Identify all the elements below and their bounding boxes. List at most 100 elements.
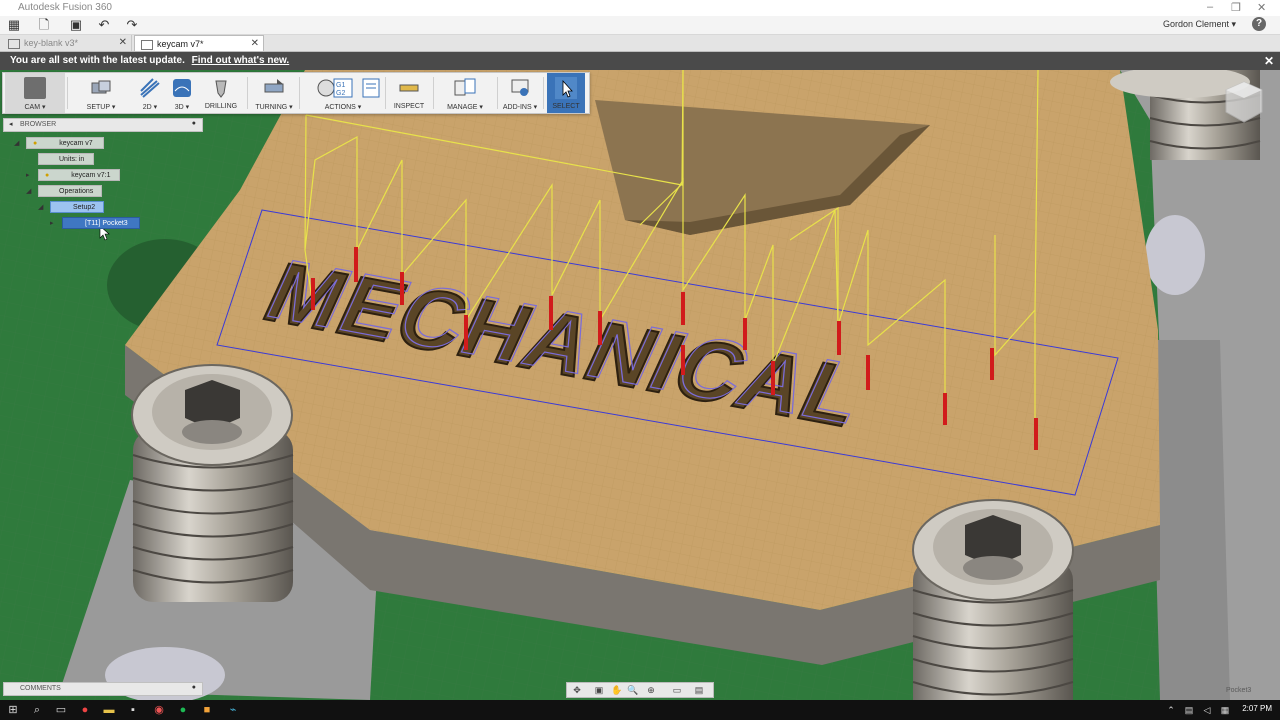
recorder-icon[interactable]: ◉ bbox=[152, 703, 166, 717]
undo-icon[interactable]: ↶ bbox=[96, 17, 112, 33]
model-viewport[interactable]: MECHANICAL MECHANICAL Pocket3 bbox=[0, 70, 1280, 700]
comments-title: COMMENTS bbox=[20, 685, 61, 692]
maximize-icon[interactable]: ❐ bbox=[1231, 1, 1241, 14]
orbit-icon[interactable]: ✥ bbox=[571, 684, 583, 696]
tree-operations[interactable]: Operations bbox=[38, 185, 102, 197]
turning-icon bbox=[264, 79, 284, 93]
addins-icon bbox=[511, 79, 529, 96]
whats-new-link[interactable]: Find out what's new. bbox=[192, 55, 290, 66]
svg-text:G2: G2 bbox=[336, 90, 345, 97]
setup-icon bbox=[91, 80, 111, 94]
inspect-menu[interactable]: INSPECT bbox=[389, 73, 429, 113]
panel-options-icon[interactable]: ● bbox=[192, 120, 196, 127]
drilling-button[interactable]: DRILLING bbox=[201, 73, 241, 113]
start-icon[interactable]: ⊞ bbox=[6, 703, 20, 717]
inspect-icon bbox=[399, 84, 419, 92]
expand-arrow-icon[interactable]: ◢ bbox=[26, 187, 31, 195]
manage-menu[interactable]: MANAGE ▾ bbox=[437, 73, 493, 113]
update-notification-bar: You are all set with the latest update. … bbox=[0, 52, 1280, 70]
visibility-bulb-icon[interactable]: ● bbox=[33, 140, 37, 147]
save-icon[interactable]: ▣ bbox=[68, 17, 84, 33]
panel-options-icon[interactable]: ● bbox=[192, 684, 196, 691]
g1g2-icon: G1G2 bbox=[333, 78, 353, 98]
fit-icon[interactable]: ⊕ bbox=[645, 684, 657, 696]
expand-arrow-icon[interactable]: ◢ bbox=[14, 139, 19, 147]
actions-menu[interactable]: G1 G2 ACTIONS ▾ bbox=[303, 73, 383, 113]
close-notification-icon[interactable]: ✕ bbox=[1264, 54, 1274, 68]
expand-arrow-icon[interactable]: ▸ bbox=[26, 171, 30, 179]
tray-chevron-icon[interactable]: ⌃ bbox=[1164, 703, 1178, 717]
manage-icon bbox=[454, 78, 476, 96]
pan-icon[interactable]: ✋ bbox=[611, 684, 623, 696]
tab-label: key-blank v3* bbox=[24, 38, 79, 48]
operation-label: Pocket3 bbox=[1226, 687, 1251, 694]
3d-menu[interactable]: 3D ▾ bbox=[167, 73, 197, 113]
tree-pocket3[interactable]: [T11] Pocket3 bbox=[62, 217, 140, 229]
clock[interactable]: 2:07 PM bbox=[1242, 704, 1272, 713]
title-bar: Autodesk Fusion 360 – ❐ ✕ bbox=[0, 0, 1280, 16]
fusion-icon[interactable]: ■ bbox=[200, 703, 214, 717]
setup-menu[interactable]: SETUP ▾ bbox=[71, 73, 131, 113]
addins-menu[interactable]: ADD-INS ▾ bbox=[501, 73, 539, 113]
look-at-icon[interactable]: ▣ bbox=[593, 684, 605, 696]
fixture-hole bbox=[1145, 215, 1205, 295]
2d-menu[interactable]: 2D ▾ bbox=[135, 73, 165, 113]
quick-access-toolbar: ▦ 🗋 ▣ ↶ ↷ Gordon Clement ▾ ? bbox=[0, 16, 1280, 35]
close-tab-icon[interactable]: ✕ bbox=[251, 36, 259, 52]
visibility-bulb-icon[interactable]: ● bbox=[45, 172, 49, 179]
zoom-icon[interactable]: 🔍 bbox=[627, 684, 639, 696]
keyboard-icon[interactable]: ▦ bbox=[1218, 703, 1232, 717]
set-screw-right bbox=[912, 499, 1074, 700]
expand-arrow-icon[interactable]: ◢ bbox=[38, 203, 43, 211]
browser-panel-header[interactable]: ◂ BROWSER ● bbox=[3, 118, 203, 132]
help-icon[interactable]: ? bbox=[1252, 17, 1266, 31]
tree-root-keycam[interactable]: ● keycam v7 bbox=[26, 137, 104, 149]
chrome-icon[interactable]: ● bbox=[78, 703, 92, 717]
update-message: You are all set with the latest update. bbox=[10, 55, 185, 66]
search-icon[interactable]: ⌕ bbox=[30, 703, 44, 717]
tab-key-blank[interactable]: key-blank v3* ✕ bbox=[2, 35, 132, 51]
svg-text:G1: G1 bbox=[336, 82, 345, 89]
setup-sheet-icon bbox=[362, 78, 380, 98]
collapse-icon[interactable]: ◂ bbox=[9, 120, 13, 128]
turning-menu[interactable]: TURNING ▾ bbox=[251, 73, 297, 113]
view-cube[interactable] bbox=[1222, 80, 1266, 124]
tree-setup2[interactable]: Setup2 bbox=[50, 201, 104, 213]
minimize-icon[interactable]: – bbox=[1207, 1, 1213, 13]
volume-icon[interactable]: ◁ bbox=[1200, 703, 1214, 717]
cam-workspace-menu[interactable]: CAM ▾ bbox=[5, 73, 65, 113]
redo-icon[interactable]: ↷ bbox=[124, 17, 140, 33]
grid-settings-icon[interactable]: ▤ bbox=[693, 684, 705, 696]
expand-arrow-icon[interactable]: ▸ bbox=[50, 219, 54, 227]
document-icon bbox=[8, 39, 20, 49]
comments-panel[interactable]: COMMENTS ● bbox=[3, 682, 203, 696]
browser-title: BROWSER bbox=[20, 121, 57, 128]
cam-workspace-icon bbox=[24, 77, 46, 99]
file-explorer-icon[interactable]: ▬ bbox=[102, 703, 116, 717]
document-tabs: key-blank v3* ✕ keycam v7* ✕ bbox=[0, 35, 1280, 52]
tree-units[interactable]: Units: in bbox=[38, 153, 94, 165]
drill-icon bbox=[215, 80, 227, 98]
app-icon[interactable]: ▪ bbox=[126, 703, 140, 717]
cam-ribbon: CAM ▾ SETUP ▾ 2D ▾ 3D ▾ DRILLING TURNING… bbox=[2, 72, 590, 114]
file-menu-icon[interactable]: 🗋 bbox=[36, 17, 52, 33]
app-grid-icon[interactable]: ▦ bbox=[6, 17, 22, 33]
display-settings-icon[interactable]: ▭ bbox=[671, 684, 683, 696]
tab-label: keycam v7* bbox=[157, 39, 204, 49]
select-menu[interactable]: SELECT bbox=[547, 73, 585, 113]
set-screw-left bbox=[131, 364, 294, 602]
spotify-icon[interactable]: ● bbox=[176, 703, 190, 717]
3d-icon bbox=[173, 79, 191, 97]
network-icon[interactable]: ▤ bbox=[1182, 703, 1196, 717]
close-window-icon[interactable]: ✕ bbox=[1257, 1, 1266, 14]
close-tab-icon[interactable]: ✕ bbox=[119, 35, 127, 51]
tree-component[interactable]: ● keycam v7:1 bbox=[38, 169, 120, 181]
document-icon bbox=[141, 40, 153, 50]
task-view-icon[interactable]: ▭ bbox=[54, 703, 68, 717]
utility-icon[interactable]: ⌁ bbox=[226, 703, 240, 717]
os-taskbar: ⊞ ⌕ ▭ ● ▬ ▪ ◉ ● ■ ⌁ ⌃ ▤ ◁ ▦ 2:07 PM bbox=[0, 700, 1280, 720]
2d-icon bbox=[140, 78, 160, 98]
tab-keycam[interactable]: keycam v7* ✕ bbox=[134, 35, 264, 51]
navigation-bar: ✥ ▣ ✋ 🔍 ⊕ ▭ ▤ bbox=[566, 682, 714, 698]
user-menu[interactable]: Gordon Clement ▾ bbox=[1163, 19, 1236, 30]
